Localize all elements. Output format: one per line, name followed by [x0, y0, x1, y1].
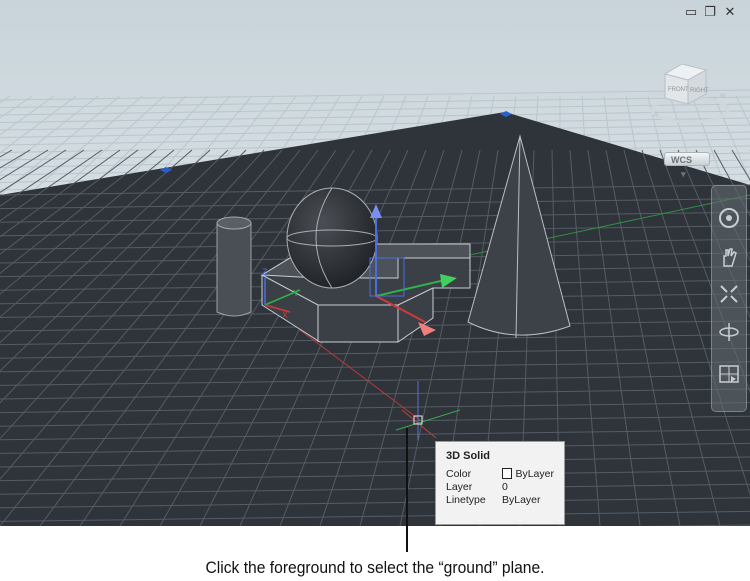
pan-icon[interactable]	[717, 246, 741, 270]
ucs-z-label: Z	[262, 267, 268, 277]
tooltip-key: Linetype	[446, 494, 486, 506]
viewcube-front-label: FRONT	[668, 87, 689, 93]
tooltip-value: ByLayer	[515, 468, 554, 480]
drawing-viewport[interactable]: Z Y X ▭ ❐ ✕ FRONT RIGHT S W WCS ▾ 3D Sol…	[0, 0, 750, 526]
viewcube-compass-w: W	[720, 94, 726, 100]
viewcube[interactable]: FRONT RIGHT S W	[640, 58, 730, 128]
ucs-x-label: X	[282, 310, 288, 320]
tooltip-value: 0	[502, 481, 508, 493]
viewcube-right-label: RIGHT	[690, 88, 709, 94]
tooltip-row-color: Color ByLayer	[446, 468, 554, 481]
ucs-y-label: Y	[293, 288, 299, 298]
tooltip-row-linetype: Linetype ByLayer	[446, 494, 554, 507]
tooltip-value: ByLayer	[502, 494, 541, 506]
tooltip-key: Color	[446, 468, 472, 480]
ucs-menu[interactable]: WCS ▾	[664, 152, 710, 179]
rollover-tooltip: 3D Solid Color ByLayer Layer 0 Linetype …	[435, 441, 565, 525]
sphere-solid[interactable]	[286, 187, 378, 289]
tooltip-key: Layer	[446, 481, 473, 493]
tooltip-row-layer: Layer 0	[446, 481, 554, 494]
close-icon[interactable]: ✕	[723, 6, 737, 20]
steering-wheel-icon[interactable]	[717, 206, 741, 230]
3d-scene[interactable]: Z Y X	[0, 0, 750, 526]
navigation-bar	[711, 185, 747, 412]
figure-caption: Click the foreground to select the “grou…	[205, 558, 545, 577]
cylinder-solid[interactable]	[216, 216, 252, 317]
chevron-down-icon: ▾	[681, 169, 686, 179]
showmotion-icon[interactable]	[717, 362, 741, 386]
ucs-menu-label: WCS	[671, 155, 692, 165]
minimize-icon[interactable]: ▭	[684, 6, 698, 20]
orbit-icon[interactable]	[717, 320, 741, 344]
restore-icon[interactable]: ❐	[703, 6, 717, 20]
viewcube-compass-s: S	[654, 112, 658, 118]
zoom-extents-icon[interactable]	[717, 282, 741, 306]
color-swatch-icon	[501, 468, 513, 479]
tooltip-title: 3D Solid	[446, 450, 491, 462]
callout-leader-line	[406, 428, 408, 552]
